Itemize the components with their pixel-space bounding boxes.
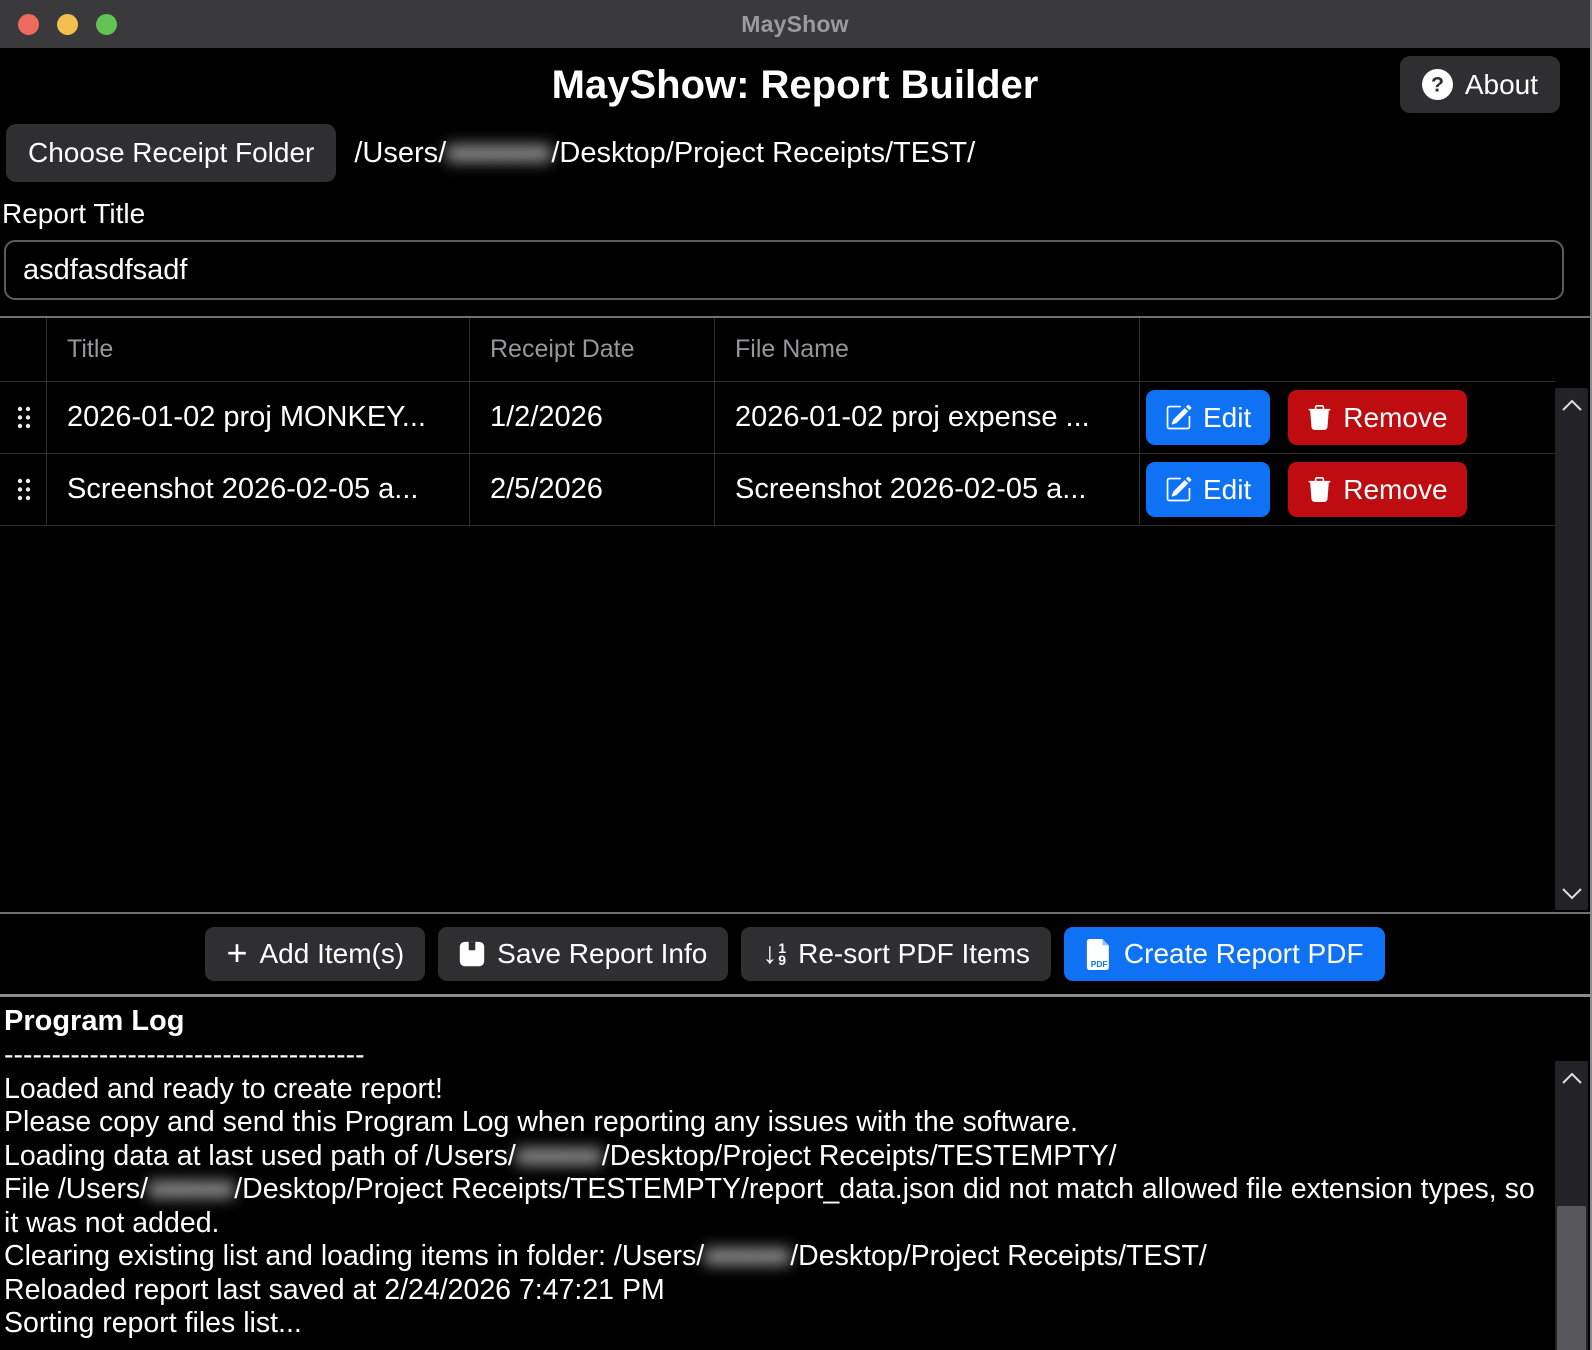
- report-title-input[interactable]: [4, 240, 1564, 300]
- report-items-table: Title Receipt Date File Name 2026-01-02 …: [0, 316, 1590, 914]
- log-line: Sorting report files list...: [4, 1307, 1546, 1341]
- create-report-pdf-button[interactable]: PDF Create Report PDF: [1064, 927, 1385, 981]
- plus-icon: +: [226, 938, 247, 968]
- log-line: Please copy and send this Program Log wh…: [4, 1106, 1546, 1140]
- edit-button-label: Edit: [1203, 402, 1251, 434]
- log-line: Clearing existing list and loading items…: [4, 1240, 1546, 1274]
- about-button[interactable]: ? About: [1400, 56, 1560, 113]
- trash-icon: [1307, 404, 1332, 431]
- pencil-square-icon: [1165, 476, 1192, 503]
- create-report-pdf-label: Create Report PDF: [1124, 938, 1364, 970]
- edit-button-label: Edit: [1203, 474, 1251, 506]
- scroll-up-icon[interactable]: [1555, 1061, 1588, 1095]
- row-file-name: 2026-01-02 proj expense ...: [715, 382, 1140, 454]
- actions-bar: + Add Item(s) Save Report Info ↓ 19 Re-s…: [0, 914, 1590, 994]
- window-title: MayShow: [741, 11, 848, 38]
- report-title-label: Report Title: [2, 198, 1590, 230]
- log-line: --------------------------------------: [4, 1039, 1546, 1073]
- table-scrollbar[interactable]: [1555, 388, 1588, 910]
- table-row: 2026-01-02 proj MONKEY... 1/2/2026 2026-…: [0, 382, 1556, 454]
- trash-icon: [1307, 476, 1332, 503]
- log-line: Loading data at last used path of /Users…: [4, 1140, 1546, 1174]
- svg-text:PDF: PDF: [1091, 958, 1108, 968]
- save-report-info-label: Save Report Info: [497, 938, 707, 970]
- scroll-down-icon[interactable]: [1555, 876, 1588, 910]
- edit-button[interactable]: Edit: [1146, 462, 1270, 517]
- row-receipt-date: 2/5/2026: [470, 454, 715, 526]
- row-file-name: Screenshot 2026-02-05 a...: [715, 454, 1140, 526]
- question-circle-icon: ?: [1422, 69, 1453, 100]
- remove-button-label: Remove: [1343, 402, 1447, 434]
- pencil-square-icon: [1165, 404, 1192, 431]
- save-report-info-button[interactable]: Save Report Info: [438, 927, 728, 981]
- drag-handle-icon[interactable]: [15, 405, 32, 430]
- log-line: Loaded and ready to create report!: [4, 1073, 1546, 1107]
- sort-numeric-icon: ↓ 19: [762, 939, 786, 969]
- log-scrollbar-thumb[interactable]: [1557, 1206, 1586, 1350]
- remove-button[interactable]: Remove: [1288, 390, 1466, 445]
- mayshow-window: { "window": { "title": "MayShow" }, "hea…: [0, 0, 1592, 1350]
- header-drag-column: [0, 318, 47, 382]
- redacted-username: ■■■■■: [148, 1173, 234, 1205]
- table-header: Title Receipt Date File Name: [0, 318, 1556, 382]
- about-button-label: About: [1465, 69, 1538, 101]
- add-items-label: Add Item(s): [259, 938, 404, 970]
- program-log-section: Program Log ----------------------------…: [0, 994, 1590, 1350]
- add-items-button[interactable]: + Add Item(s): [205, 927, 425, 981]
- header-title: Title: [47, 318, 470, 382]
- page-title: MayShow: Report Builder: [0, 60, 1590, 110]
- receipt-folder-path: /Users/■■■■■■/Desktop/Project Receipts/T…: [354, 137, 975, 170]
- resort-pdf-items-button[interactable]: ↓ 19 Re-sort PDF Items: [741, 927, 1051, 981]
- choose-receipt-folder-button[interactable]: Choose Receipt Folder: [6, 124, 336, 182]
- redacted-username: ■■■■■: [516, 1140, 602, 1172]
- redacted-username: ■■■■■: [704, 1240, 790, 1272]
- table-row: Screenshot 2026-02-05 a... 2/5/2026 Scre…: [0, 454, 1556, 526]
- scroll-up-icon[interactable]: [1555, 388, 1588, 422]
- window-titlebar: MayShow: [0, 0, 1590, 48]
- header-actions: [1140, 318, 1556, 382]
- window-controls: [18, 0, 117, 48]
- redacted-username: ■■■■■■: [446, 137, 551, 169]
- folder-row: Choose Receipt Folder /Users/■■■■■■/Desk…: [6, 124, 1590, 182]
- drag-handle-icon[interactable]: [15, 477, 32, 502]
- header-receipt-date: Receipt Date: [470, 318, 715, 382]
- save-icon: [459, 941, 485, 967]
- program-log-title: Program Log: [4, 1003, 1546, 1039]
- row-receipt-date: 1/2/2026: [470, 382, 715, 454]
- remove-button-label: Remove: [1343, 474, 1447, 506]
- app-header: MayShow: Report Builder ? About: [0, 48, 1590, 110]
- row-title: Screenshot 2026-02-05 a...: [47, 454, 470, 526]
- close-window-button[interactable]: [18, 14, 39, 35]
- log-line: Reloaded report last saved at 2/24/2026 …: [4, 1274, 1546, 1308]
- log-scrollbar[interactable]: [1555, 1061, 1588, 1350]
- edit-button[interactable]: Edit: [1146, 390, 1270, 445]
- header-file-name: File Name: [715, 318, 1140, 382]
- row-title: 2026-01-02 proj MONKEY...: [47, 382, 470, 454]
- table-rows: 2026-01-02 proj MONKEY... 1/2/2026 2026-…: [0, 382, 1556, 526]
- zoom-window-button[interactable]: [96, 14, 117, 35]
- resort-pdf-items-label: Re-sort PDF Items: [798, 938, 1030, 970]
- log-line: File /Users/■■■■■/Desktop/Project Receip…: [4, 1173, 1546, 1240]
- remove-button[interactable]: Remove: [1288, 462, 1466, 517]
- svg-text:?: ?: [1431, 72, 1444, 96]
- minimize-window-button[interactable]: [57, 14, 78, 35]
- pdf-file-icon: PDF: [1085, 939, 1112, 970]
- log-lines: --------------------------------------Lo…: [4, 1039, 1546, 1341]
